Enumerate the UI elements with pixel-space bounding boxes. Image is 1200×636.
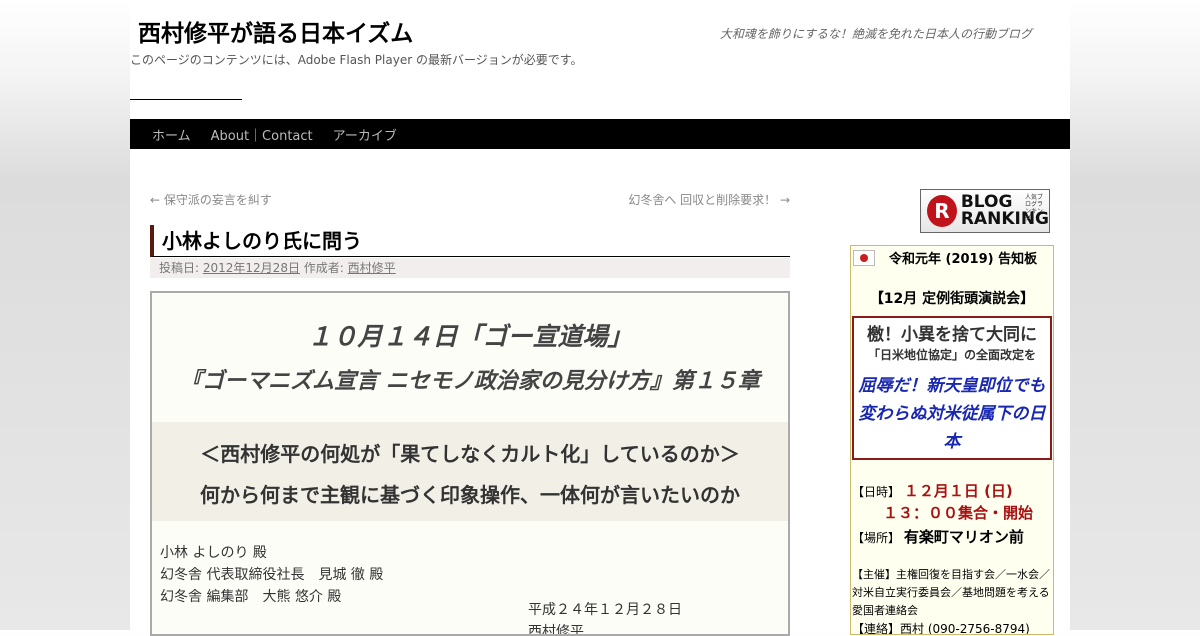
meta-posted-label: 投稿日: [159,261,200,275]
content-subtitle-band: ＜西村修平の何処が「果てしなくカルト化」しているのか＞ 何から何まで主観に基づく… [152,422,788,521]
subtitle-line-1: ＜西村修平の何処が「果てしなくカルト化」しているのか＞ [200,442,740,466]
slogan-2: 「日米地位協定」の全面改定を [867,348,1036,362]
event-date-row: 【日時】 １２月１日 (日) [852,480,1013,501]
date-value: １２月１日 (日) [903,482,1013,500]
site-title[interactable]: 西村修平が語る日本イズム [138,14,413,48]
organizer-text: 【主催】主権回復を目指す会／一水会／対米自立実行委員会／基地問題を考える愛国者連… [852,568,1050,617]
addressee-1: 小林 よしのり 殿 [160,545,267,561]
flash-notice: このページのコンテンツには、Adobe Flash Player の最新バージョ… [130,53,583,67]
entry-meta: 投稿日: 2012年12月28日 作成者: 西村修平 [150,258,790,278]
page-container: 西村修平が語る日本イズム 大和魂を飾りにするな！絶滅を免れた日本人の行動ブログ … [130,0,1070,636]
nav-item-home[interactable]: ホーム [142,125,201,144]
content-headline-2: 『ゴーマニズム宣言 ニセモノ政治家の見分け方』第１５章 [180,369,760,394]
slogan-3: 屈辱だ！新天皇即位でも変わらぬ対米従属下の日本 [858,376,1046,452]
japan-flag-icon [853,250,875,266]
blog-ranking-banner[interactable]: R BLOG RANKING 人気ブログランキング [920,189,1050,233]
nav-item-about-contact[interactable]: About｜Contact [201,125,323,144]
notice-title: 令和元年 (2019) 告知板 [889,252,1038,267]
time-value: １３：００集合・開始 [883,504,1034,522]
meta-author-link[interactable]: 西村修平 [348,261,396,275]
main-nav: ホーム About｜Contact アーカイブ [130,119,1070,149]
date-label: 【日時】 [852,485,901,499]
meta-author-label: 作成者: [303,261,344,275]
slogan-box: 檄！小異を捨て大同に 「日米地位協定」の全面改定を 屈辱だ！新天皇即位でも変わら… [852,316,1052,460]
place-label: 【場所】 [852,531,901,545]
contact-text: 【連絡】西村 (090-2756-8794) [852,622,1030,635]
entry-title[interactable]: 小林よしのり氏に問う [150,225,790,257]
letter-author: 西村修平 [528,624,584,636]
sidebar-notice-board: 令和元年 (2019) 告知板 【12月 定例街頭演説会】 檄！小異を捨て大同に… [850,245,1054,635]
regular-event-title: 【12月 定例街頭演説会】 [869,291,1035,307]
prev-post-link[interactable]: ← 保守派の妄言を糾す [150,191,272,208]
letter-date: 平成２４年１２月２８日 [528,602,682,618]
subtitle-line-2: 何から何まで主観に基づく印象操作、一体何が言いたいのか [200,483,740,507]
content-headline-1: １０月１４日「ゴー宣道場」 [307,322,633,351]
slogan-1: 檄！小異を捨て大同に [867,325,1037,345]
header-divider [130,99,242,100]
addressee-2: 幻冬舎 代表取締役社長 見城 徹 殿 [160,567,384,583]
nav-item-archive[interactable]: アーカイブ [323,125,407,144]
event-place-row: 【場所】 有楽町マリオン前 [852,526,1024,547]
site-description: 大和魂を飾りにするな！絶滅を免れた日本人の行動ブログ [719,27,1032,41]
addressee-3: 幻冬舎 編集部 大熊 悠介 殿 [160,589,342,605]
ranking-logo-icon: R [927,195,957,227]
next-post-link[interactable]: 幻冬舎へ 回収と削除要求！ → [628,191,790,208]
ranking-small-text: 人気ブログランキング [1025,194,1044,222]
entry-content: １０月１４日「ゴー宣道場」 『ゴーマニズム宣言 ニセモノ政治家の見分け方』第１５… [150,291,790,636]
place-value: 有楽町マリオン前 [903,528,1024,546]
meta-date-link[interactable]: 2012年12月28日 [203,261,300,275]
